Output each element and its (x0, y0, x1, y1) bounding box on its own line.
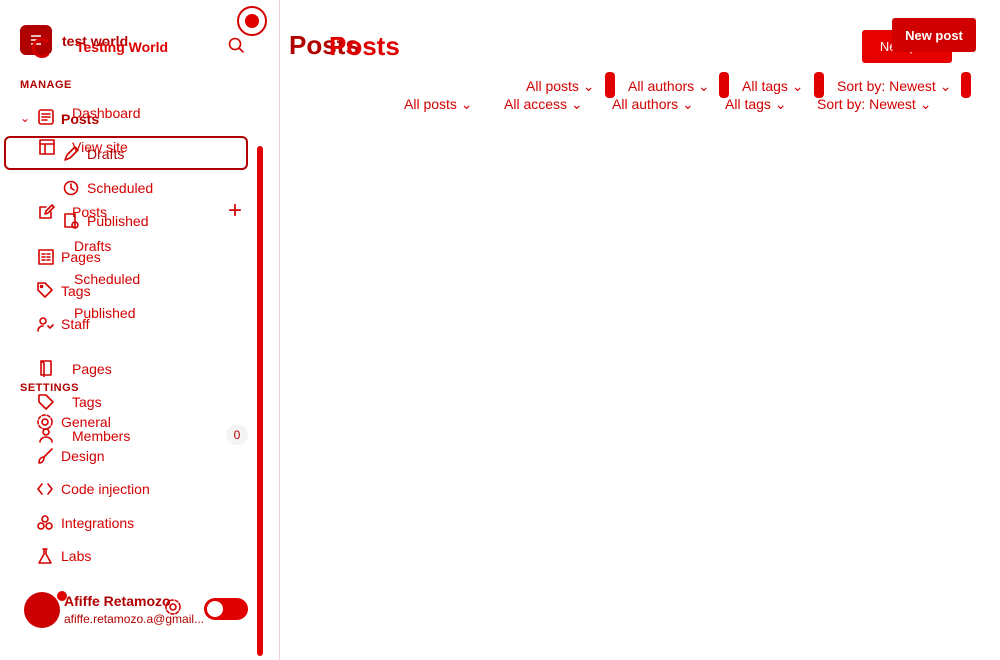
notification-icon[interactable] (237, 6, 267, 36)
new-post-button-secondary[interactable]: New post (892, 18, 976, 52)
sidebar-item-pages[interactable]: Pages (72, 361, 112, 377)
sidebar-item-pages-ghost[interactable]: Pages (61, 249, 101, 265)
filter2-sort-by[interactable]: Sort by: Newest ⌄ (817, 96, 931, 113)
pages-icon (37, 248, 55, 266)
manage-section-title: MANAGE (20, 79, 72, 91)
staff-icon (36, 315, 54, 333)
pages-book-icon (37, 359, 55, 378)
posts-icon (37, 108, 55, 126)
sidebar-item-code-injection[interactable]: Code injection (61, 481, 150, 497)
code-icon (36, 480, 54, 498)
sidebar-item-staff-ghost[interactable]: Staff (61, 316, 90, 332)
sidebar-subitem-published[interactable]: Published (87, 213, 149, 229)
filter-sort-by[interactable]: Sort by: Newest ⌄ (837, 78, 951, 95)
page-title-secondary: Posts (329, 31, 400, 61)
filter2-all-posts[interactable]: All posts ⌄ (404, 96, 473, 113)
tag-outline-icon (37, 393, 55, 411)
night-mode-toggle[interactable] (204, 598, 248, 620)
sidebar-item-design[interactable]: Design (61, 448, 105, 464)
user-name[interactable]: Afiffe Retamozo (64, 593, 171, 609)
sidebar-item-tags[interactable]: Tags (72, 394, 102, 410)
workspace-logo-ring (32, 38, 52, 58)
filter-all-authors[interactable]: All authors ⌄ (628, 78, 710, 95)
filter-label: All authors (612, 96, 679, 112)
filter-pill (961, 72, 971, 98)
sidebar-item-members[interactable]: Members (72, 428, 130, 444)
sidebar: test world Testing World MANAGE ⌄ Posts … (0, 0, 280, 660)
sidebar-scrollbar[interactable] (257, 146, 263, 656)
sidebar-subitem-drafts[interactable]: Drafts (87, 146, 124, 162)
filter-pill (814, 72, 824, 98)
search-icon[interactable] (227, 36, 245, 54)
members-count-badge: 0 (226, 425, 248, 445)
add-post-icon[interactable]: + (228, 199, 242, 223)
expand-chevron-icon[interactable]: ⌄ (20, 111, 30, 125)
filter-pill (719, 72, 729, 98)
filter-label: All access (504, 96, 568, 112)
filter2-all-access[interactable]: All access ⌄ (504, 96, 583, 113)
sidebar-item-labs[interactable]: Labs (61, 548, 91, 564)
filter-label: All tags (725, 96, 771, 112)
published-icon (62, 212, 80, 230)
sidebar-subitem-scheduled[interactable]: Scheduled (87, 180, 153, 196)
filter2-all-tags[interactable]: All tags ⌄ (725, 96, 787, 113)
brush-icon (36, 447, 54, 465)
filter-label: Sort by: Newest (837, 78, 936, 94)
avatar[interactable] (24, 592, 60, 628)
filter-pill (605, 72, 615, 98)
filter-label: All posts (526, 78, 579, 94)
filter2-all-authors[interactable]: All authors ⌄ (612, 96, 694, 113)
filter-label: All tags (742, 78, 788, 94)
sidebar-item-tags-ghost[interactable]: Tags (61, 283, 91, 299)
clock-icon (62, 179, 80, 197)
flask-icon (36, 547, 54, 565)
members-icon (37, 426, 55, 444)
user-email: afiffe.retamozo.a@gmail... (64, 612, 205, 626)
filter-label: All posts (404, 96, 457, 112)
sidebar-item-integrations[interactable]: Integrations (61, 515, 134, 531)
sidebar-item-dashboard[interactable]: Dashboard (72, 105, 141, 121)
layout-icon (38, 138, 56, 156)
workspace-name-secondary: Testing World (76, 39, 169, 55)
filter-label: Sort by: Newest (817, 96, 916, 112)
integrations-icon (36, 514, 54, 532)
filter-all-tags[interactable]: All tags ⌄ (742, 78, 804, 95)
edit-icon (37, 203, 55, 221)
tag-icon (36, 281, 54, 299)
settings-gear-icon[interactable] (164, 598, 182, 616)
filter-label: All authors (628, 78, 695, 94)
filter-all-posts[interactable]: All posts ⌄ (526, 78, 595, 95)
